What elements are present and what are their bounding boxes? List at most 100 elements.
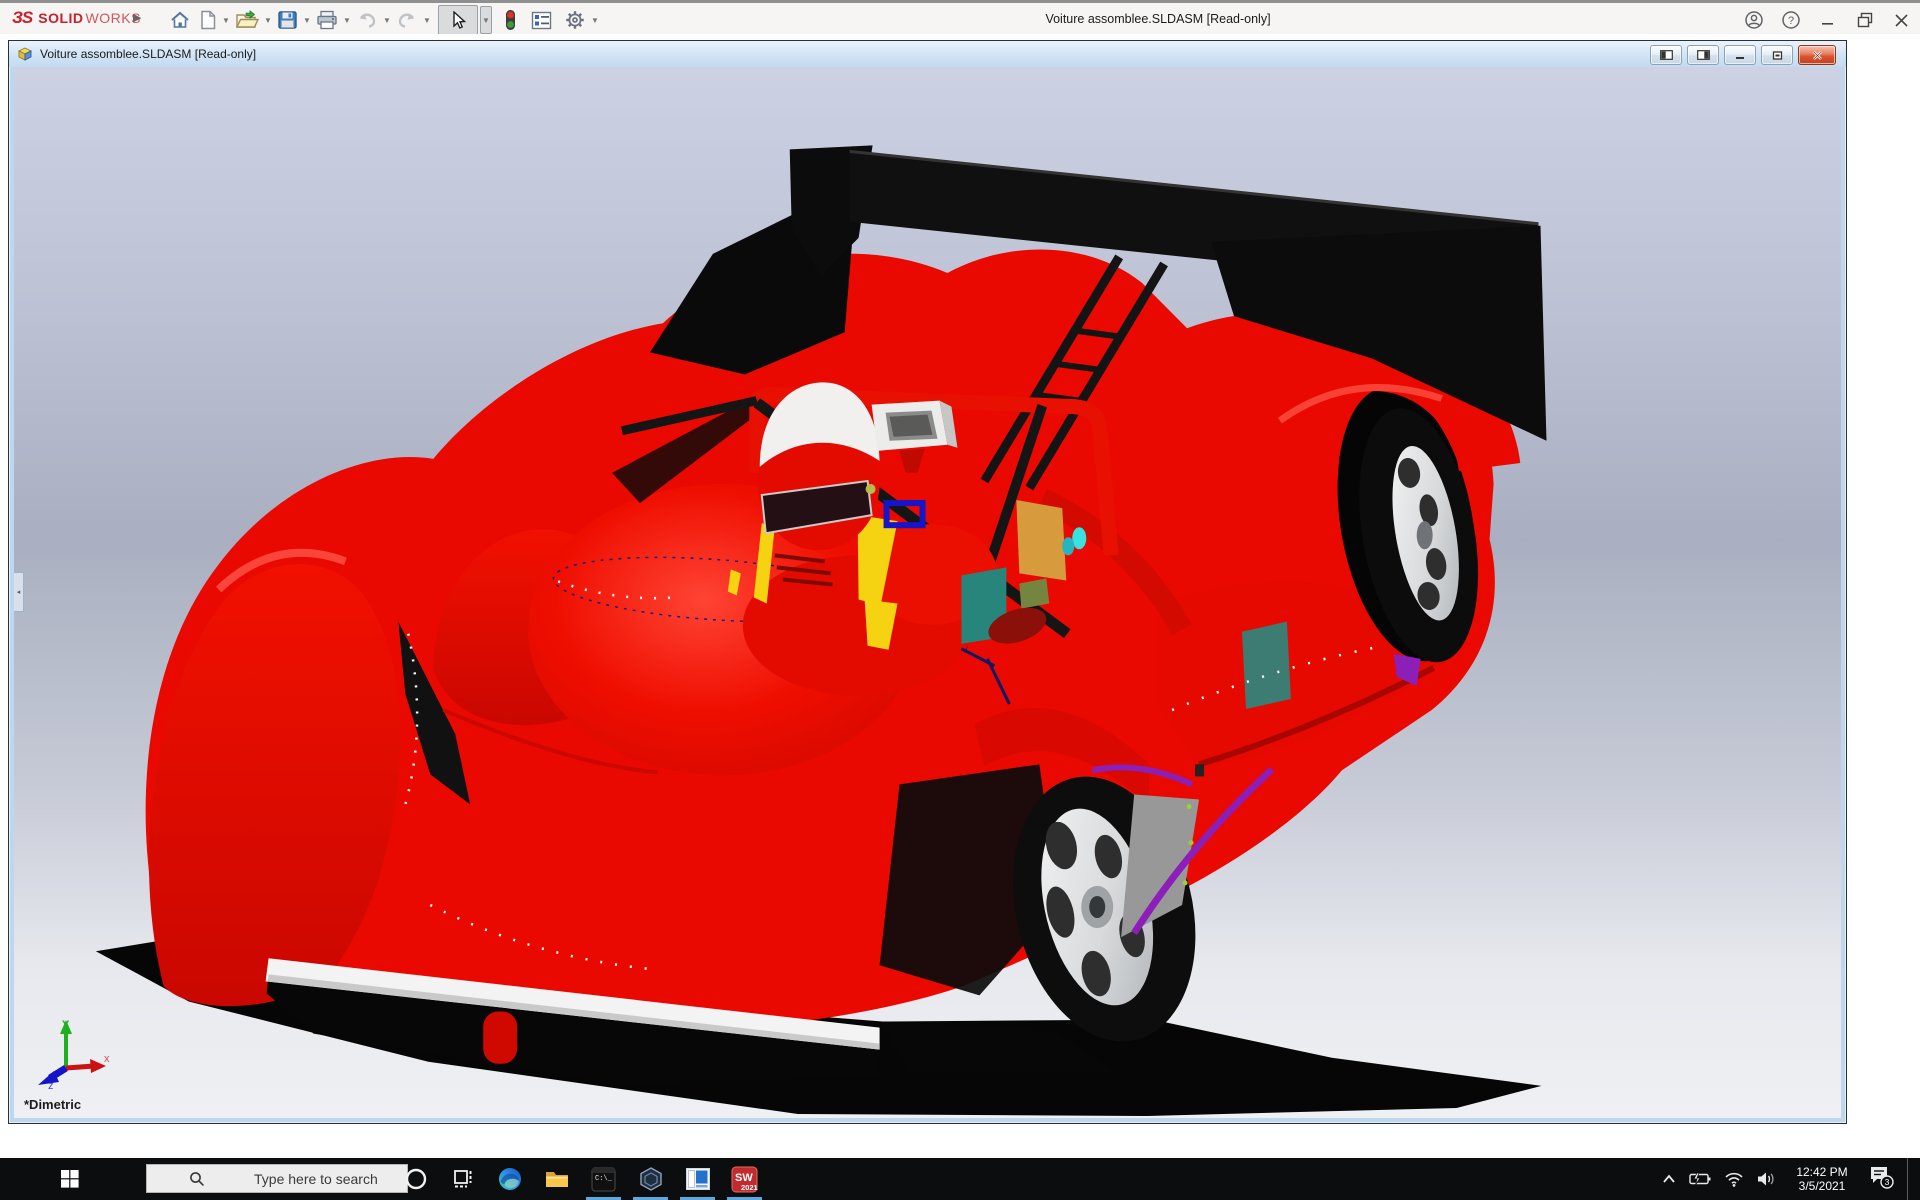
cyan-knob [1072,527,1086,549]
windows-logo-icon [61,1170,79,1188]
select-cursor-icon [450,11,466,30]
print-button[interactable] [312,6,342,34]
start-button[interactable] [46,1158,94,1200]
rebuild-button[interactable] [500,6,521,34]
graphics-viewport[interactable]: Y x z *Dimetric ◂ [14,67,1841,1118]
save-dropdown[interactable]: ▼ [302,6,312,34]
show-left-pane-button[interactable] [1650,45,1682,65]
action-center-icon: 3 [1868,1164,1894,1190]
undo-dropdown[interactable]: ▼ [382,6,392,34]
document-window-controls [1650,45,1836,65]
featuremanager-collapse-tab[interactable]: ◂ [14,572,24,612]
menu-flyout-arrow[interactable]: ▶ [133,11,141,24]
properties-button[interactable] [527,6,556,34]
edge-icon [497,1166,523,1192]
undo-button[interactable] [352,6,382,34]
teal-side-panel [1242,622,1291,709]
battery-icon[interactable] [1689,1172,1711,1186]
tray-clock[interactable]: 12:42 PM 3/5/2021 [1789,1165,1855,1193]
minimize-document-button[interactable] [1724,45,1756,65]
select-tool-dropdown[interactable]: ▼ [480,6,492,34]
right-pane-icon [1697,50,1710,60]
taskbar-solidworks[interactable]: SW2021 [721,1158,768,1200]
options-button[interactable] [560,6,590,34]
cockpit-orange-box [1016,500,1066,580]
sw-year-label: 2021 [741,1183,758,1192]
app-window-title: Voiture assomblee.SLDASM [Read-only] [1045,12,1270,26]
triad-y-label: Y [62,1019,70,1031]
print-icon [316,10,338,30]
hexagon-app-icon [638,1166,664,1192]
tray-time: 12:42 PM [1789,1165,1855,1179]
quick-toolbar: ▼ ▼ ▼ ▼ ▼ ▼ ▼ [165,3,600,37]
open-button[interactable] [231,6,263,34]
restore-button[interactable] [1846,5,1883,35]
action-center-button[interactable]: 3 [1868,1164,1894,1195]
cmd-label: C:\_ [595,1175,613,1183]
volume-icon[interactable] [1757,1171,1776,1187]
select-tool-button[interactable] [438,5,478,35]
options-dropdown[interactable]: ▼ [590,6,600,34]
taskbar-edrawings[interactable] [627,1158,674,1200]
view-orientation-label: *Dimetric [24,1097,81,1112]
redo-icon [396,11,418,29]
mdi-workspace: Voiture assomblee.SLDASM [Read-only] [0,34,1920,1158]
wifi-icon[interactable] [1724,1172,1744,1187]
close-document-button[interactable] [1798,45,1836,65]
help-icon: ? [1781,10,1801,30]
document-window: Voiture assomblee.SLDASM [Read-only] [8,40,1847,1124]
new-document-dropdown[interactable]: ▼ [221,6,231,34]
triad-axes [38,1020,106,1085]
close-app-button[interactable] [1883,5,1920,35]
svg-text:?: ? [1787,15,1793,27]
help-button[interactable]: ? [1772,5,1809,35]
assembly-document-icon [17,46,34,62]
document-titlebar[interactable]: Voiture assomblee.SLDASM [Read-only] [9,41,1846,67]
cortana-icon [404,1167,428,1191]
splitter-support [483,1011,517,1063]
minimize-icon [1821,13,1835,27]
windows-taskbar: Type here to search C:\_ [0,1158,1920,1200]
left-pane-icon [1660,50,1673,60]
file-explorer-icon [544,1167,570,1191]
taskbar-task-view[interactable] [439,1158,486,1200]
side-port [1195,764,1204,776]
tray-chevron-icon[interactable] [1662,1174,1676,1184]
new-document-button[interactable] [195,6,221,34]
redo-button[interactable] [392,6,422,34]
redo-dropdown[interactable]: ▼ [422,6,432,34]
show-right-pane-button[interactable] [1687,45,1719,65]
search-placeholder: Type here to search [254,1171,378,1187]
orientation-triad: Y x z [28,1016,114,1090]
home-button[interactable] [165,6,195,34]
close-doc-icon [1812,50,1823,61]
app-window-controls: ? [1735,3,1920,37]
print-dropdown[interactable]: ▼ [342,6,352,34]
command-prompt-icon: C:\_ [591,1167,616,1192]
open-dropdown[interactable]: ▼ [263,6,273,34]
taskbar-search-box[interactable]: Type here to search [146,1164,408,1193]
restore-icon [1857,12,1873,28]
restore-document-button[interactable] [1761,45,1793,65]
restore-doc-icon [1772,51,1783,60]
ds-logo-icon: ЗS [12,8,32,28]
car-model [14,67,1841,1118]
taskbar-file-explorer[interactable] [533,1158,580,1200]
notification-count: 3 [1885,1177,1890,1187]
account-button[interactable] [1735,5,1772,35]
solidworks-app-icon: SW2021 [731,1166,758,1193]
taskbar-cortana[interactable] [392,1158,439,1200]
save-button[interactable] [273,6,302,34]
brand-solid-text: SOLID [38,10,83,26]
home-icon [169,10,191,30]
minimize-button[interactable] [1809,5,1846,35]
blue-window-app-icon [685,1167,711,1191]
account-icon [1744,10,1764,30]
triad-x-label: x [104,1053,110,1065]
system-tray: 12:42 PM 3/5/2021 3 [1662,1158,1914,1200]
taskbar-blue-window-app[interactable] [674,1158,721,1200]
taskbar-edge[interactable] [486,1158,533,1200]
document-title: Voiture assomblee.SLDASM [Read-only] [40,47,256,61]
taskbar-command-prompt[interactable]: C:\_ [580,1158,627,1200]
show-desktop-button[interactable] [1907,1158,1914,1200]
